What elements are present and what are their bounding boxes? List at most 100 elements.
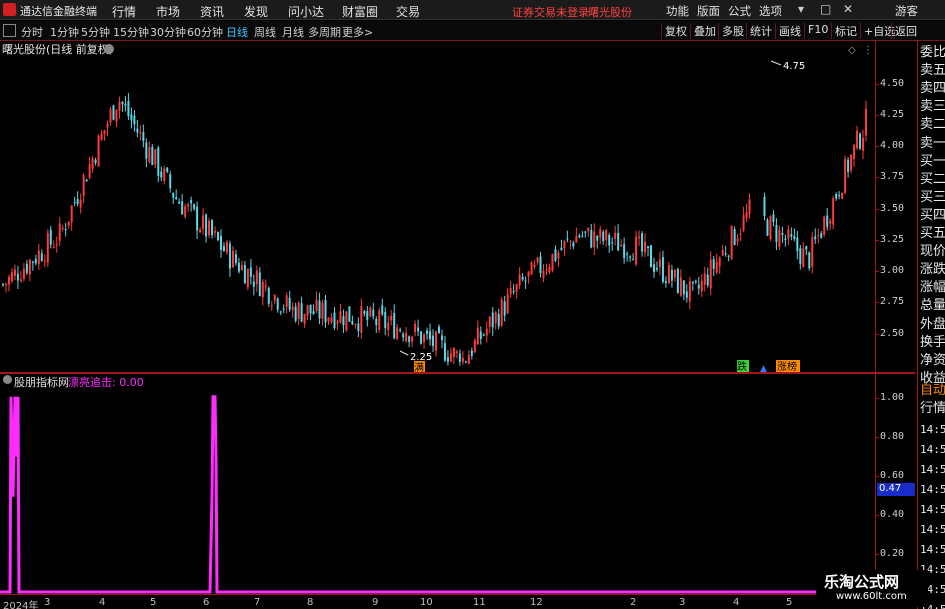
candle-body: [515, 284, 518, 292]
button-overlay[interactable]: 叠加: [690, 23, 716, 39]
candle-body: [632, 259, 635, 261]
watermark-title: 乐淘公式网: [824, 573, 900, 591]
menu-dots-icon[interactable]: ⋮: [863, 45, 873, 56]
chart-title: 曙光股份(日线 前复权): [2, 42, 113, 56]
quote-row-label: 净资: [920, 352, 945, 368]
candle-body: [464, 361, 467, 363]
candle-body: [91, 158, 94, 169]
candle-body: [491, 312, 494, 328]
trade-time: 14:56: [920, 543, 945, 556]
candle-body: [817, 234, 820, 236]
candle-body: [772, 214, 775, 222]
menu-trade[interactable]: 交易: [396, 3, 420, 20]
period-tab[interactable]: 30分钟: [150, 24, 186, 40]
button-add-watchlist[interactable]: +自选: [860, 23, 895, 39]
login-warning[interactable]: 证券交易未登录: [512, 4, 589, 20]
candle-body: [787, 229, 790, 239]
candle-body: [127, 100, 130, 117]
candle-body: [446, 357, 449, 362]
menu-wealth-circle[interactable]: 财富圈: [342, 3, 378, 20]
menu-news[interactable]: 资讯: [200, 3, 224, 20]
candle-body: [811, 237, 814, 267]
candle-body: [423, 334, 426, 342]
candle-body: [315, 299, 318, 312]
price-axis: 4.50 4.25 4.00 3.75 3.50 3.25 3.00 2.75 2.50: [874, 41, 915, 372]
button-restore-rights[interactable]: 复权: [661, 23, 687, 39]
period-tab[interactable]: 分时: [21, 24, 43, 40]
candle-body: [575, 235, 578, 243]
menu-options[interactable]: 选项: [759, 3, 782, 19]
candle-body: [733, 229, 736, 245]
price-tick: 3.50: [874, 202, 905, 214]
button-mark[interactable]: 标记: [831, 23, 857, 39]
indicator-formula: 漂亮追击: 0.00: [68, 376, 144, 389]
minimize-icon[interactable]: ▾: [798, 2, 804, 16]
period-tab[interactable]: 1分钟: [50, 24, 79, 40]
period-tab[interactable]: 周线: [254, 24, 276, 40]
restore-icon[interactable]: □: [820, 2, 831, 16]
indicator-settings-icon[interactable]: [3, 375, 12, 384]
candle-body: [745, 212, 748, 218]
candle-body: [721, 249, 724, 256]
candle-body: [769, 216, 772, 240]
high-price-label: 4.75: [783, 61, 805, 72]
period-tab[interactable]: 60分钟: [187, 24, 223, 40]
period-tab[interactable]: 多周期: [308, 24, 341, 40]
quote-row-label: 自动: [920, 383, 945, 398]
button-multi-stock[interactable]: 多股: [718, 23, 744, 39]
candle-body: [234, 254, 237, 264]
candle-body: [199, 229, 202, 232]
candle-body: [142, 132, 145, 142]
button-back[interactable]: 返回: [891, 23, 917, 39]
period-tab[interactable]: 更多>: [342, 24, 373, 40]
diamond-icon[interactable]: ◇: [848, 45, 856, 56]
candle-body: [844, 158, 847, 193]
price-tick: 3.00: [874, 265, 905, 277]
candlestick-chart[interactable]: 曙光股份(日线 前复权) ◇ ⋮ 4.75 2.25 满 跌 ▲ 涨榜: [0, 41, 875, 372]
candle-body: [363, 311, 366, 314]
indicator-chart[interactable]: [0, 389, 875, 594]
menu-quotes[interactable]: 行情: [112, 3, 136, 20]
indicator-tick: 0.60: [874, 469, 905, 481]
menu-layout[interactable]: 版面: [697, 3, 720, 19]
indicator-tick: 0.20: [874, 547, 905, 559]
period-tab[interactable]: 月线: [282, 24, 304, 40]
quote-row-label: 买一: [920, 153, 945, 169]
indicator-name[interactable]: 股朋指标网: [14, 374, 69, 390]
quote-row-label: 涨幅: [920, 280, 945, 296]
candle-body: [623, 244, 626, 259]
button-draw[interactable]: 画线: [775, 23, 801, 39]
candle-body: [584, 231, 587, 233]
period-tab[interactable]: 日线: [226, 24, 248, 40]
chart-settings-icon[interactable]: [104, 44, 114, 54]
price-tick: 2.50: [874, 327, 905, 339]
candle-body: [402, 334, 405, 338]
candle-body: [638, 236, 641, 238]
close-icon[interactable]: ✕: [843, 2, 853, 16]
user-label[interactable]: 游客: [895, 3, 918, 19]
menu-assistant[interactable]: 问小达: [288, 3, 324, 20]
period-tab[interactable]: 15分钟: [113, 24, 149, 40]
candle-body: [829, 220, 832, 224]
candle-body: [408, 336, 411, 342]
candle-body: [590, 230, 593, 248]
menu-market[interactable]: 市场: [156, 3, 180, 20]
layout-toggle-icon[interactable]: [3, 24, 16, 37]
button-f10[interactable]: F10: [804, 23, 828, 39]
candle-body: [312, 311, 315, 314]
menu-discover[interactable]: 发现: [244, 3, 268, 20]
period-tab[interactable]: 5分钟: [81, 24, 110, 40]
candle-body: [79, 199, 82, 208]
candle-body: [533, 264, 536, 267]
candle-body: [655, 268, 658, 270]
quote-row-label: 买四: [920, 207, 945, 223]
menu-formula[interactable]: 公式: [728, 3, 751, 19]
candle-body: [602, 231, 605, 242]
candle-body: [37, 250, 40, 265]
candle-body: [452, 348, 455, 357]
candle-body: [524, 280, 527, 282]
candle-body: [808, 252, 811, 269]
date-tick: 2024年: [3, 601, 39, 609]
menu-function[interactable]: 功能: [666, 3, 689, 19]
button-statistics[interactable]: 统计: [746, 23, 772, 39]
